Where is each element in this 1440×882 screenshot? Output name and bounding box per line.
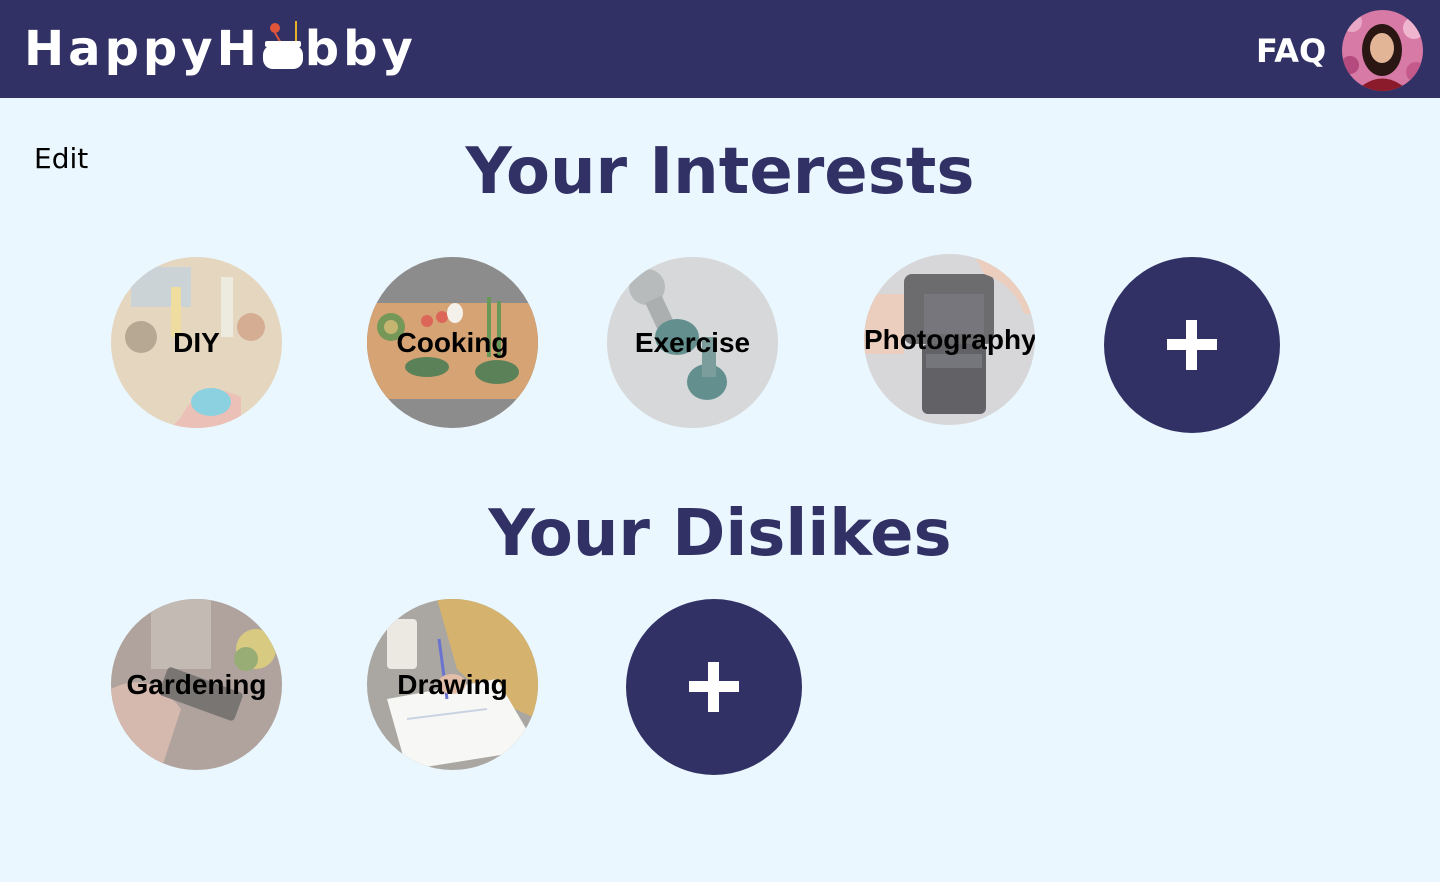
- dislike-label: Drawing: [397, 668, 508, 700]
- interest-cooking[interactable]: Cooking: [367, 257, 538, 428]
- add-dislike-button[interactable]: [626, 599, 802, 775]
- dislike-gardening[interactable]: Gardening: [111, 599, 282, 770]
- plus-icon: [708, 662, 719, 712]
- jar-logo-icon: [261, 19, 305, 79]
- dislike-label: Gardening: [126, 668, 267, 700]
- user-avatar[interactable]: [1342, 10, 1423, 91]
- interest-label: Exercise: [634, 326, 751, 358]
- interest-label: DIY: [173, 326, 220, 358]
- dislikes-title: Your Dislikes: [488, 497, 952, 571]
- interest-photography[interactable]: Photography: [864, 254, 1035, 425]
- logo-text-left: HappyH: [24, 21, 261, 77]
- add-interest-button[interactable]: [1104, 257, 1280, 433]
- faq-link[interactable]: FAQ: [1256, 30, 1326, 72]
- interest-label: Photography: [864, 323, 1035, 355]
- plus-icon: [1186, 320, 1197, 370]
- interests-title: Your Interests: [465, 135, 975, 209]
- interest-diy[interactable]: DIY: [111, 257, 282, 428]
- logo-text-right: bby: [304, 21, 417, 77]
- dislike-drawing[interactable]: Drawing: [367, 599, 538, 770]
- happyhobby-logo[interactable]: HappyH bby: [24, 19, 417, 79]
- top-nav-bar: HappyH bby FAQ: [0, 0, 1440, 98]
- interest-exercise[interactable]: Exercise: [607, 257, 778, 428]
- interest-label: Cooking: [396, 326, 509, 358]
